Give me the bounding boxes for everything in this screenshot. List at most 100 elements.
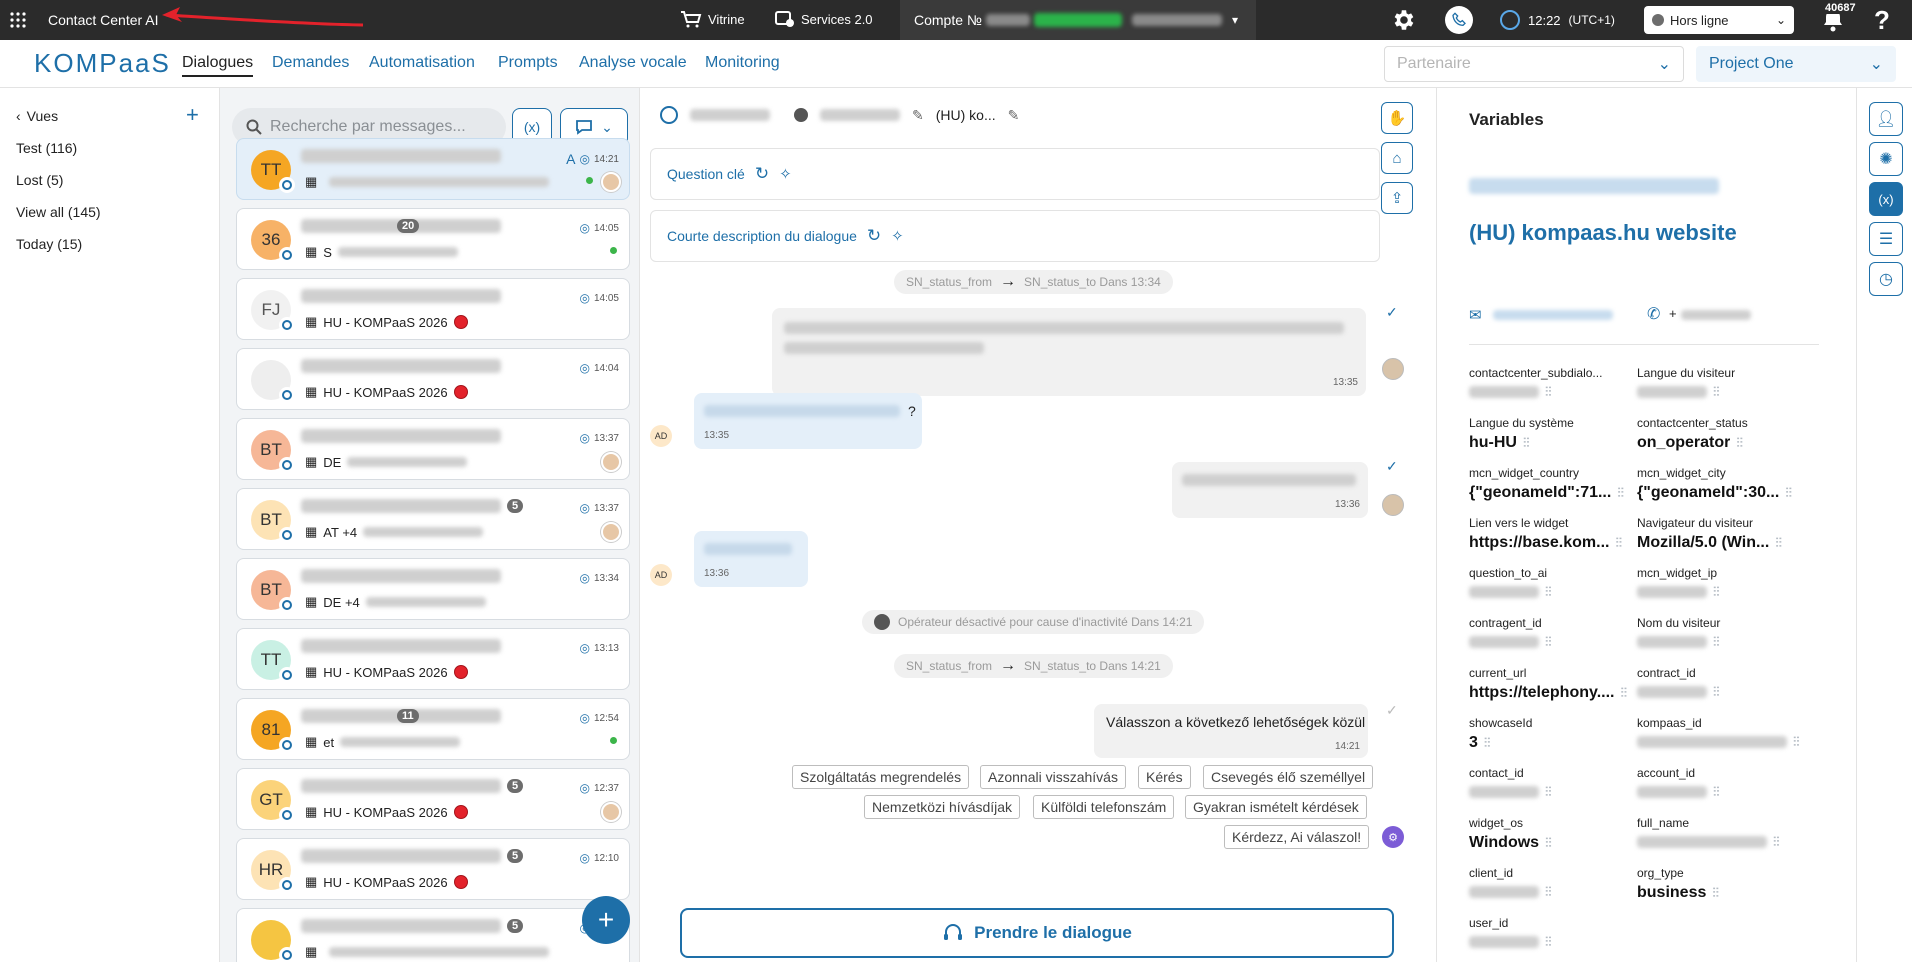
vitrine-button[interactable]: Vitrine [680, 10, 745, 28]
sliders-icon[interactable]: ⫶⫶ [1713, 684, 1720, 700]
channel-icon [279, 247, 295, 263]
dialog-card[interactable]: BT ▦ DE +4 ◎ 13:34 [236, 558, 630, 620]
new-dialog-button[interactable]: + [582, 896, 630, 944]
dialog-card[interactable]: BT ▦ DE ◎ 13:37 [236, 418, 630, 480]
view-item-test[interactable]: Test (116) [16, 140, 77, 156]
hand-icon[interactable]: ✋ [1381, 102, 1413, 134]
variable-label: Langue du système [1469, 416, 1574, 430]
sliders-icon[interactable]: ⫶⫶ [1713, 634, 1720, 650]
sliders-icon[interactable]: ⫶⫶ [1713, 384, 1720, 400]
sliders-icon[interactable]: ⫶⫶ [1775, 535, 1782, 551]
nav-demandes[interactable]: Demandes [272, 54, 349, 72]
phone-icon[interactable] [1445, 6, 1473, 34]
widget-icon: ▦ [305, 874, 318, 889]
dialog-card[interactable]: 5▦◎12:06 [236, 908, 630, 962]
sliders-icon[interactable]: ⫶⫶ [1484, 735, 1491, 751]
app-name[interactable]: Contact Center AI [48, 12, 159, 28]
nav-automatisation[interactable]: Automatisation [369, 54, 475, 72]
dialog-card[interactable]: HR 5 ▦ HU - KOMPaaS 2026 ◎ 12:10 [236, 838, 630, 900]
nav-monitoring[interactable]: Monitoring [705, 54, 780, 72]
sliders-icon[interactable]: ⫶⫶ [1545, 884, 1552, 900]
sliders-icon[interactable]: ⫶⫶ [1620, 685, 1627, 701]
tag-icon[interactable]: ⌂ [1381, 142, 1413, 174]
refresh-icon[interactable]: ↻ [755, 164, 769, 184]
question-key-box[interactable]: Question clé ↻ ✧ [650, 148, 1380, 200]
widget-icon: ▦ [305, 384, 318, 399]
apps-grid-icon[interactable] [10, 12, 26, 28]
take-dialog-button[interactable]: Prendre le dialogue [680, 908, 1394, 958]
views-panel: ‹ Vues + Test (116) Lost (5) View all (1… [0, 88, 220, 962]
help-icon[interactable]: ? [1874, 5, 1890, 36]
sliders-icon[interactable]: ⫶⫶ [1545, 784, 1552, 800]
sliders-icon[interactable]: ⫶⫶ [1712, 885, 1719, 901]
chat-header: ✎ (HU) ko... ✎ [660, 106, 1019, 124]
dialog-card[interactable]: GT 5 ▦ HU - KOMPaaS 2026 ◎ 12:37 [236, 768, 630, 830]
channel-icon [279, 457, 295, 473]
sliders-icon[interactable]: ⫶⫶ [1545, 634, 1552, 650]
dialog-card[interactable]: 36 20 ▦ S ◎ 14:05 [236, 208, 630, 270]
quick-reply-chip[interactable]: Kérés [1138, 765, 1191, 789]
nav-dialogues[interactable]: Dialogues [182, 54, 254, 77]
partner-select[interactable]: Partenaire ⌄ [1384, 46, 1684, 82]
quick-reply-chip[interactable]: Gyakran ismételt kérdések [1185, 795, 1367, 819]
share-icon[interactable]: ⇪ [1381, 182, 1413, 214]
view-item-all[interactable]: View all (145) [16, 204, 101, 220]
edit-icon[interactable]: ✎ [1008, 107, 1020, 124]
short-description-box[interactable]: Courte description du dialogue ↻ ✧ [650, 210, 1380, 262]
bot-message: Válasszon a következő lehetőségek közül … [1094, 704, 1368, 758]
priority-dot [453, 805, 468, 819]
sliders-icon[interactable]: ⫶⫶ [1545, 584, 1552, 600]
dialog-card[interactable]: TT ▦ HU - KOMPaaS 2026 ◎ 13:13 [236, 628, 630, 690]
nav-analyse-vocale[interactable]: Analyse vocale [579, 54, 687, 72]
sliders-icon[interactable]: ⫶⫶ [1773, 834, 1780, 850]
refresh-icon[interactable]: ↻ [867, 226, 881, 246]
views-back-button[interactable]: ‹ Vues [16, 108, 58, 124]
dialog-card[interactable]: ▦ HU - KOMPaaS 2026 ◎ 14:04 [236, 348, 630, 410]
widget-icon: ▦ [305, 314, 318, 329]
add-view-icon[interactable]: + [186, 102, 199, 128]
user-icon[interactable]: 👤︎ [1869, 102, 1903, 136]
quick-reply-chip[interactable]: Nemzetközi hívásdíjak [864, 795, 1021, 819]
view-item-lost[interactable]: Lost (5) [16, 172, 63, 188]
sparkle-icon[interactable]: ✧ [891, 227, 904, 245]
view-item-today[interactable]: Today (15) [16, 236, 82, 252]
status-select[interactable]: Hors ligne ⌄ [1644, 6, 1794, 34]
sliders-icon[interactable]: ⫶⫶ [1545, 835, 1552, 851]
notes-icon[interactable]: ☰ [1869, 222, 1903, 256]
sliders-icon[interactable]: ⫶⫶ [1617, 485, 1624, 501]
brand-logo[interactable]: KOMPaaS [34, 48, 171, 79]
sliders-icon[interactable]: ⫶⫶ [1793, 734, 1800, 750]
history-icon[interactable]: ◷ [1869, 262, 1903, 296]
nav-prompts[interactable]: Prompts [498, 54, 558, 72]
ai-icon[interactable]: ✺ [1869, 142, 1903, 176]
status-change-2: SN_status_from → SN_status_to Dans 14:21 [894, 654, 1173, 678]
phone-icon[interactable]: ✆ [1647, 304, 1660, 324]
project-select[interactable]: Project One ⌄ [1696, 46, 1896, 82]
dialog-card[interactable]: BT 5 ▦ AT +4 ◎ 13:37 [236, 488, 630, 550]
mail-icon[interactable]: ✉ [1469, 306, 1482, 324]
edit-icon[interactable]: ✎ [912, 107, 924, 124]
sliders-icon[interactable]: ⫶⫶ [1713, 584, 1720, 600]
services-button[interactable]: Services 2.0 [775, 10, 873, 28]
sliders-icon[interactable]: ⫶⫶ [1523, 435, 1530, 451]
quick-reply-chip[interactable]: Kérdezz, Ai válaszol! [1224, 825, 1370, 849]
quick-reply-chip[interactable]: Szolgáltatás megrendelés [792, 765, 970, 789]
dialog-card[interactable]: TT ▦ A ◎ 14:21 [236, 138, 630, 200]
quick-reply-chip[interactable]: Külföldi telefonszám [1033, 795, 1175, 819]
quick-reply-chip[interactable]: Csevegés élő személlyel [1203, 765, 1374, 789]
sliders-icon[interactable]: ⫶⫶ [1785, 485, 1792, 501]
quick-reply-chip[interactable]: Azonnali visszahívás [980, 765, 1126, 789]
priority-dot [453, 385, 468, 399]
gear-icon[interactable] [1390, 7, 1416, 33]
sliders-icon[interactable]: ⫶⫶ [1736, 435, 1743, 451]
dialog-time: ◎ 14:05 [579, 291, 619, 305]
sliders-icon[interactable]: ⫶⫶ [1713, 784, 1720, 800]
account-selector[interactable]: Compte № ▾ [900, 0, 1256, 40]
sliders-icon[interactable]: ⫶⫶ [1615, 535, 1622, 551]
variables-icon[interactable]: (x) [1869, 182, 1903, 216]
sliders-icon[interactable]: ⫶⫶ [1545, 934, 1552, 950]
sliders-icon[interactable]: ⫶⫶ [1545, 384, 1552, 400]
dialog-card[interactable]: FJ ▦ HU - KOMPaaS 2026 ◎ 14:05 [236, 278, 630, 340]
sparkle-icon[interactable]: ✧ [779, 165, 792, 183]
dialog-card[interactable]: 81 11 ▦ et ◎ 12:54 [236, 698, 630, 760]
